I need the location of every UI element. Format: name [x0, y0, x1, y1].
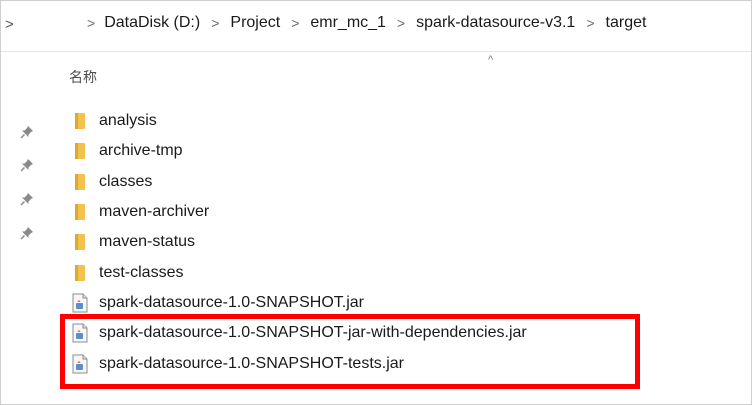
explorer-window: > > DataDisk (D:) > Project > emr_mc_1 >… — [0, 0, 752, 405]
file-name: archive-tmp — [99, 142, 183, 160]
chevron-right-icon[interactable]: > — [87, 15, 95, 31]
file-name: test-classes — [99, 263, 184, 281]
chevron-right-icon[interactable]: > — [397, 15, 405, 31]
file-name: maven-archiver — [99, 203, 210, 221]
chevron-right-icon[interactable]: > — [291, 15, 299, 31]
file-name: spark-datasource-1.0-SNAPSHOT.jar — [99, 293, 364, 311]
folder-icon — [69, 232, 91, 252]
highlight-box — [60, 314, 640, 389]
breadcrumb-item-emr-mc-1[interactable]: emr_mc_1 — [310, 14, 386, 32]
pin-icon[interactable] — [20, 125, 34, 139]
list-item[interactable]: test-classes — [69, 257, 669, 287]
folder-icon — [69, 111, 91, 131]
list-item[interactable]: analysis — [69, 106, 669, 136]
folder-icon — [69, 263, 91, 283]
breadcrumb: > DataDisk (D:) > Project > emr_mc_1 > s… — [87, 14, 646, 32]
chevron-right-icon[interactable]: > — [586, 15, 594, 31]
pin-icon[interactable] — [20, 158, 34, 172]
folder-icon — [69, 202, 91, 222]
breadcrumb-item-datadisk[interactable]: DataDisk (D:) — [104, 14, 200, 32]
address-bar[interactable]: > > DataDisk (D:) > Project > emr_mc_1 >… — [1, 1, 751, 51]
list-item[interactable]: archive-tmp — [69, 136, 669, 166]
column-header-name[interactable]: 名称 — [69, 67, 97, 87]
folder-icon — [69, 141, 91, 161]
breadcrumb-item-spark-datasource[interactable]: spark-datasource-v3.1 — [416, 14, 575, 32]
address-bar-divider — [1, 51, 751, 52]
list-item[interactable]: maven-status — [69, 227, 669, 257]
file-name: classes — [99, 172, 153, 190]
list-item[interactable]: maven-archiver — [69, 197, 669, 227]
chevron-right-icon[interactable]: > — [211, 15, 219, 31]
breadcrumb-item-target[interactable]: target — [606, 14, 647, 32]
pin-icon[interactable] — [20, 192, 34, 206]
file-name: maven-status — [99, 233, 196, 251]
jar-file-icon — [69, 293, 91, 313]
breadcrumb-item-project[interactable]: Project — [230, 14, 280, 32]
pin-icon[interactable] — [20, 226, 34, 240]
chevron-right-icon[interactable]: > — [5, 16, 14, 33]
list-item[interactable]: classes — [69, 167, 669, 197]
sort-ascending-icon[interactable]: ^ — [488, 54, 493, 66]
file-name: analysis — [99, 112, 157, 130]
folder-icon — [69, 172, 91, 192]
